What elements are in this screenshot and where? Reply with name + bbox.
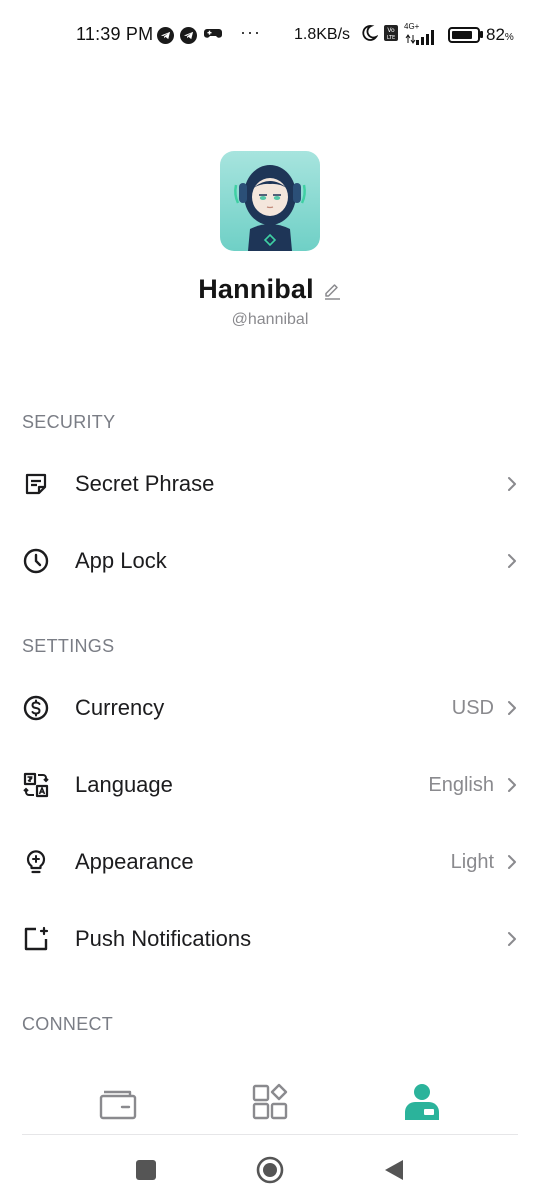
notification-icon	[22, 925, 50, 953]
translate-icon	[22, 771, 50, 799]
row-label: Currency	[75, 695, 165, 720]
appearance-value: Light	[450, 850, 494, 873]
battery-tip	[480, 31, 483, 38]
row-label: Secret Phrase	[75, 471, 215, 496]
battery-percent: 82%	[486, 25, 514, 44]
avatar-image	[234, 165, 306, 251]
network-speed: 1.8KB/s	[294, 26, 351, 43]
back-triangle-icon	[385, 1160, 403, 1180]
profile-icon	[405, 1084, 439, 1120]
status-bar: 11:39 PM ··· 1.8KB/s Vo LTE 4G+ 82%	[0, 0, 540, 70]
volte-icon: Vo LTE	[383, 24, 399, 47]
moon-icon	[360, 24, 379, 47]
system-icons: Vo LTE 4G+	[360, 22, 438, 47]
svg-text:Vo: Vo	[387, 27, 395, 34]
telegram-icon	[180, 27, 197, 44]
nav-divider	[22, 1134, 518, 1135]
edit-name-icon[interactable]	[322, 281, 342, 301]
game-controller-icon	[203, 25, 223, 46]
row-language[interactable]: Language English	[0, 755, 540, 815]
row-currency[interactable]: Currency USD	[0, 678, 540, 738]
clock-icon	[22, 547, 50, 575]
nav-wallet[interactable]	[96, 1080, 140, 1124]
profile-handle: @hannibal	[231, 311, 309, 328]
wallet-icon	[99, 1090, 137, 1120]
lightbulb-icon	[22, 848, 50, 876]
profile-name-row: Hannibal	[0, 274, 540, 305]
chevron-right-icon	[506, 929, 518, 949]
system-navigation-bar	[0, 1140, 540, 1200]
battery-level	[452, 31, 472, 39]
status-time: 11:39 PM	[76, 24, 154, 44]
telegram-icon	[157, 27, 174, 44]
note-icon	[22, 470, 50, 498]
nav-profile[interactable]	[400, 1080, 444, 1124]
home-button[interactable]	[254, 1154, 286, 1186]
row-label: Language	[75, 772, 173, 797]
apps-grid-icon	[252, 1083, 288, 1120]
chevron-right-icon	[506, 474, 518, 494]
chevron-right-icon	[506, 551, 518, 571]
home-circle-icon	[256, 1156, 284, 1184]
dollar-circle-icon	[22, 694, 50, 722]
row-app-lock[interactable]: App Lock	[0, 531, 540, 591]
language-value: English	[428, 773, 494, 796]
square-icon	[136, 1160, 156, 1180]
back-button[interactable]	[378, 1154, 410, 1186]
section-title-settings: SETTINGS	[22, 636, 115, 656]
bottom-nav	[0, 1070, 540, 1134]
chevron-right-icon	[506, 775, 518, 795]
chevron-right-icon	[506, 852, 518, 872]
currency-value: USD	[451, 696, 494, 719]
battery-icon	[448, 27, 480, 43]
profile-name: Hannibal	[198, 274, 314, 304]
section-title-connect: CONNECT	[22, 1014, 114, 1034]
chevron-right-icon	[506, 698, 518, 718]
row-secret-phrase[interactable]: Secret Phrase	[0, 454, 540, 514]
svg-text:LTE: LTE	[387, 35, 395, 41]
notification-icons	[157, 25, 223, 46]
row-label: Appearance	[75, 849, 194, 874]
row-push-notifications[interactable]: Push Notifications	[0, 909, 540, 969]
signal-icon: 4G+	[404, 22, 438, 46]
row-appearance[interactable]: Appearance Light	[0, 832, 540, 892]
row-label: Push Notifications	[75, 926, 252, 951]
more-notifications-icon: ···	[240, 22, 261, 42]
avatar[interactable]	[220, 151, 320, 251]
nav-apps[interactable]	[248, 1080, 292, 1124]
section-title-security: SECURITY	[22, 412, 116, 432]
recents-button[interactable]	[130, 1154, 162, 1186]
row-label: App Lock	[75, 548, 167, 573]
